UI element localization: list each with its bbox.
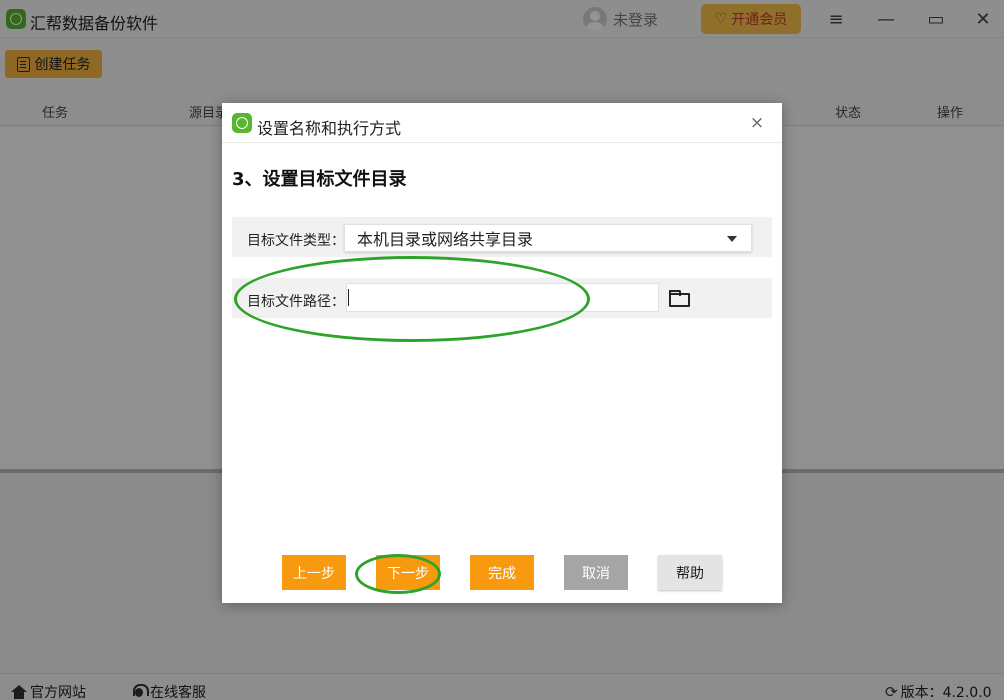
cancel-button[interactable]: 取消	[564, 555, 628, 590]
step-heading: 3、设置目标文件目录	[232, 169, 407, 190]
dialog-close-icon[interactable]: ×	[747, 113, 767, 133]
next-step-button[interactable]: 下一步	[376, 555, 440, 590]
folder-open-icon[interactable]	[668, 287, 690, 307]
target-type-select[interactable]: 本机目录或网络共享目录	[344, 224, 752, 252]
dialog-title: 设置名称和执行方式	[257, 119, 402, 138]
dialog-title-bar: 设置名称和执行方式 ×	[222, 103, 782, 143]
target-type-row: 目标文件类型： 本机目录或网络共享目录	[232, 217, 772, 257]
target-path-label: 目标文件路径：	[247, 294, 345, 310]
dropdown-caret-icon	[727, 236, 737, 242]
target-path-row: 目标文件路径：	[232, 278, 772, 318]
dialog-logo-icon	[232, 113, 252, 133]
previous-step-button[interactable]: 上一步	[282, 555, 346, 590]
help-button[interactable]: 帮助	[658, 555, 722, 590]
text-cursor	[348, 289, 349, 306]
target-path-input[interactable]	[346, 283, 659, 312]
task-setup-dialog: 设置名称和执行方式 × 3、设置目标文件目录 目标文件类型： 本机目录或网络共享…	[222, 103, 782, 603]
target-type-value: 本机目录或网络共享目录	[357, 230, 534, 249]
target-type-label: 目标文件类型：	[247, 233, 345, 249]
finish-button[interactable]: 完成	[470, 555, 534, 590]
